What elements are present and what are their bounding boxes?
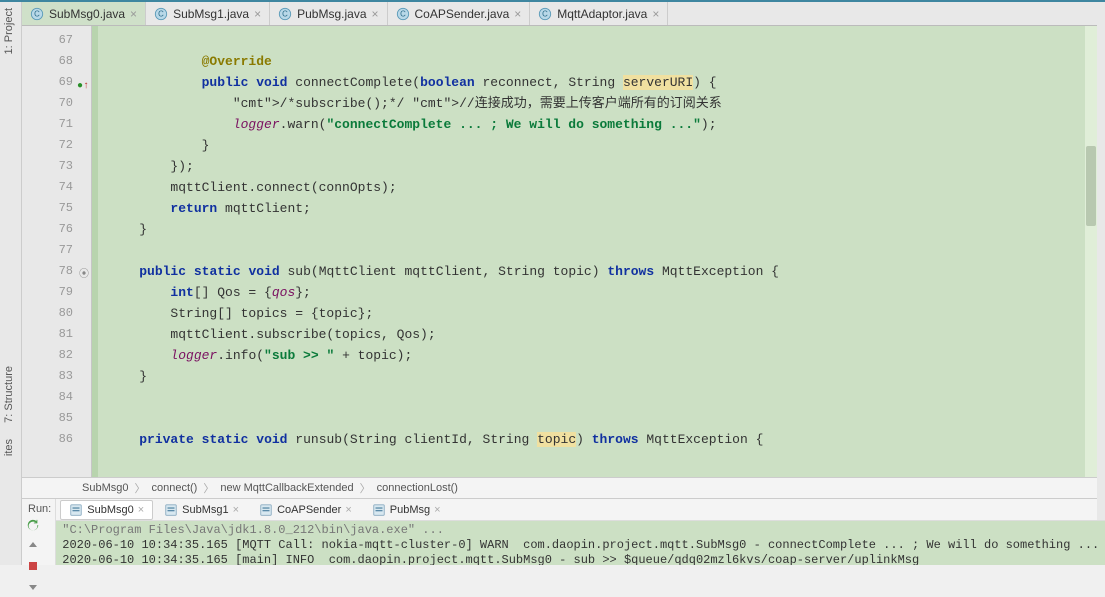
breadcrumb-item[interactable]: SubMsg0 xyxy=(82,482,128,494)
scrollbar-thumb[interactable] xyxy=(1086,146,1096,226)
line-number: 69●↑ xyxy=(22,72,91,93)
favorites-tool-tab[interactable]: ites xyxy=(0,433,18,462)
close-icon[interactable]: × xyxy=(254,7,261,21)
stop-icon[interactable] xyxy=(24,557,42,575)
breadcrumb-separator: 〉 xyxy=(360,480,371,496)
run-tab-pubmsg[interactable]: PubMsg × xyxy=(363,500,450,520)
line-number: 78⦿ xyxy=(22,261,91,282)
close-icon[interactable]: × xyxy=(514,7,521,21)
line-number: 70 xyxy=(22,93,91,114)
editor-tabs: C SubMsg0.java × C SubMsg1.java × C PubMsg.java… xyxy=(22,2,1097,26)
close-icon[interactable]: × xyxy=(345,504,351,516)
svg-text:C: C xyxy=(542,9,548,18)
close-icon[interactable]: × xyxy=(138,504,144,516)
run-down-icon[interactable] xyxy=(24,577,42,595)
structure-tool-tab[interactable]: 7: Structure xyxy=(0,360,18,429)
editor-tab-mqttadaptor[interactable]: C MqttAdaptor.java × xyxy=(530,2,668,25)
editor-tab-coapsender[interactable]: C CoAPSender.java × xyxy=(388,2,531,25)
close-icon[interactable]: × xyxy=(372,7,379,21)
run-tab-label: SubMsg1 xyxy=(182,504,228,516)
breadcrumb-item[interactable]: connect() xyxy=(151,482,197,494)
editor-tab-submsg0[interactable]: C SubMsg0.java × xyxy=(22,2,146,25)
line-number: 76 xyxy=(22,219,91,240)
line-number: 79 xyxy=(22,282,91,303)
breadcrumb[interactable]: SubMsg0 〉 connect() 〉 new MqttCallbackExtend… xyxy=(22,477,1097,499)
line-number: 83 xyxy=(22,366,91,387)
run-tab-label: SubMsg0 xyxy=(87,504,133,516)
run-label: Run: xyxy=(22,499,55,515)
structure-tab-label: 7: Structure xyxy=(3,366,15,423)
tab-label: MqttAdaptor.java xyxy=(557,7,647,21)
line-number: 73 xyxy=(22,156,91,177)
breadcrumb-item[interactable]: new MqttCallbackExtended xyxy=(220,482,353,494)
line-number: 71 xyxy=(22,114,91,135)
project-tab-label: 1: Project xyxy=(3,8,15,54)
close-icon[interactable]: × xyxy=(434,504,440,516)
run-panel: Run: SubMsg0×SubMsg1×CoAPSender×PubMsg× … xyxy=(22,499,1097,565)
tab-label: CoAPSender.java xyxy=(415,7,510,21)
line-number: 81 xyxy=(22,324,91,345)
line-number: 68 xyxy=(22,51,91,72)
breadcrumb-separator: 〉 xyxy=(203,480,214,496)
breadcrumb-separator: 〉 xyxy=(134,480,145,496)
line-number: 80 xyxy=(22,303,91,324)
tab-label: SubMsg0.java xyxy=(49,7,125,21)
rerun-icon[interactable] xyxy=(24,517,42,535)
line-number: 82 xyxy=(22,345,91,366)
run-tab-label: CoAPSender xyxy=(277,504,341,516)
line-number: 74 xyxy=(22,177,91,198)
console-output[interactable]: "C:\Program Files\Java\jdk1.8.0_212\bin\… xyxy=(56,521,1105,565)
line-number: 77 xyxy=(22,240,91,261)
line-number: 84 xyxy=(22,387,91,408)
run-tab-coapsender[interactable]: CoAPSender × xyxy=(250,500,361,520)
left-tool-gutter: 1: Project 7: Structure ites xyxy=(0,2,22,565)
line-number: 85 xyxy=(22,408,91,429)
editor-tab-submsg1[interactable]: C SubMsg1.java × xyxy=(146,2,270,25)
code-area[interactable]: @Override public void connectComplete(bo… xyxy=(92,26,1097,477)
close-icon[interactable]: × xyxy=(130,7,137,21)
svg-text:C: C xyxy=(400,9,406,18)
line-number: 86 xyxy=(22,429,91,450)
run-tab-label: PubMsg xyxy=(390,504,430,516)
line-number: 72 xyxy=(22,135,91,156)
svg-text:C: C xyxy=(34,9,40,18)
run-up-icon[interactable] xyxy=(24,537,42,555)
svg-text:C: C xyxy=(158,9,164,18)
project-tool-tab[interactable]: 1: Project xyxy=(0,2,18,60)
line-number: 67 xyxy=(22,30,91,51)
tab-label: PubMsg.java xyxy=(297,7,366,21)
run-tab-submsg0[interactable]: SubMsg0 × xyxy=(60,500,153,520)
run-tab-submsg1[interactable]: SubMsg1 × xyxy=(155,500,248,520)
close-icon[interactable]: × xyxy=(233,504,239,516)
run-tabs: SubMsg0 × SubMsg1 × CoAPSender × PubMsg × xyxy=(56,499,1105,521)
right-tool-gutter xyxy=(1097,2,1105,565)
svg-text:C: C xyxy=(282,9,288,18)
editor[interactable]: 676869●↑707172737475767778⦿7980818283848… xyxy=(22,26,1097,477)
tab-label: SubMsg1.java xyxy=(173,7,249,21)
line-gutter: 676869●↑707172737475767778⦿7980818283848… xyxy=(22,26,92,477)
line-number: 75 xyxy=(22,198,91,219)
editor-tab-pubmsg[interactable]: C PubMsg.java × xyxy=(270,2,387,25)
favorites-tab-label: ites xyxy=(3,439,15,456)
breadcrumb-item[interactable]: connectionLost() xyxy=(377,482,458,494)
editor-scrollbar[interactable] xyxy=(1085,26,1097,477)
run-toolbar xyxy=(22,515,55,597)
close-icon[interactable]: × xyxy=(652,7,659,21)
